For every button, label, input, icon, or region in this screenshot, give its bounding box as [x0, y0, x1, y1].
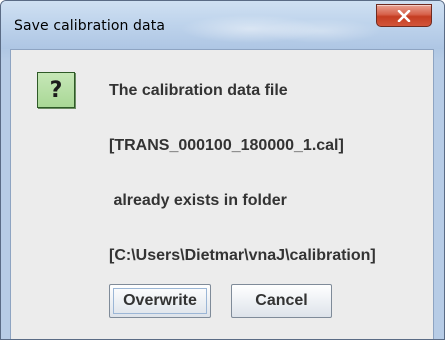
question-icon: ?: [37, 72, 75, 108]
dialog-window: Save calibration data ? The calibration …: [0, 0, 445, 340]
overwrite-button-label: Overwrite: [123, 292, 197, 309]
close-icon: [397, 9, 411, 22]
message-line-4: [C:\Users\Dietmar\vnaJ\calibration]: [109, 247, 376, 264]
close-button[interactable]: [376, 4, 432, 27]
message-line-1: The calibration data file: [109, 82, 288, 99]
title-bar[interactable]: Save calibration data: [1, 1, 444, 49]
cancel-button-label: Cancel: [255, 292, 308, 309]
overwrite-button[interactable]: Overwrite: [109, 284, 211, 318]
window-title: Save calibration data: [14, 18, 165, 34]
cancel-button[interactable]: Cancel: [231, 284, 332, 318]
message-line-2: [TRANS_000100_180000_1.cal]: [109, 137, 344, 154]
dialog-content: ? The calibration data file [TRANS_00010…: [10, 49, 434, 339]
message-line-3: already exists in folder: [109, 192, 287, 209]
